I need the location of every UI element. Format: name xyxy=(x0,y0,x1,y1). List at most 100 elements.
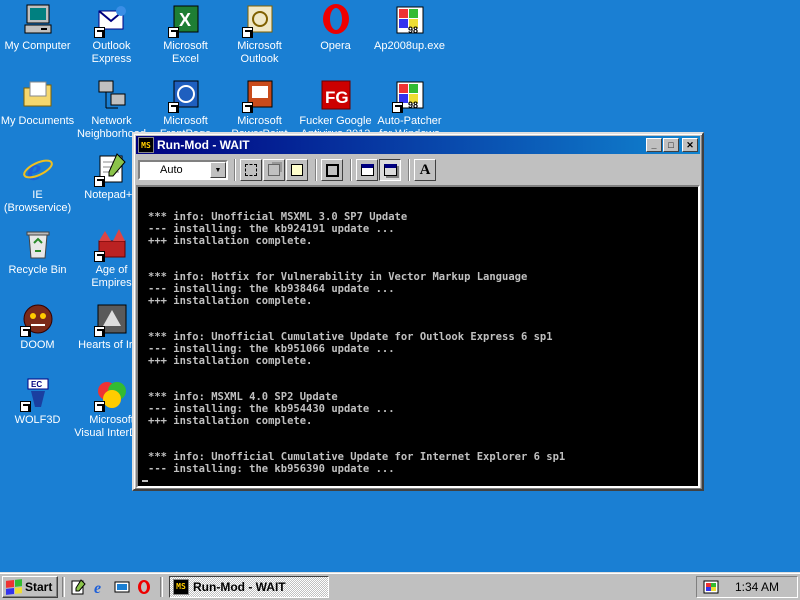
desktop-icon-ie[interactable]: e IE (Browservice) xyxy=(0,151,75,215)
font-size-select[interactable]: Auto ▼ xyxy=(138,160,228,180)
desktop-icon-label: Opera xyxy=(320,40,351,52)
desktop-icon-label: Express xyxy=(91,53,132,65)
notepad-icon xyxy=(71,578,86,594)
console-line: --- installing: the kb956390 update ... xyxy=(148,463,395,475)
svg-text:e: e xyxy=(94,580,101,595)
desktop-icon-label: Fucker Google xyxy=(299,115,372,127)
desktop-icon-label: My Documents xyxy=(0,115,75,127)
installer-98-icon: 98 xyxy=(391,78,427,113)
console-line: +++ installation complete. xyxy=(148,415,313,427)
desktop-icon-opera[interactable]: Opera xyxy=(298,3,373,53)
console-line: *** info: Unofficial Cumulative Update f… xyxy=(148,331,553,343)
background-button[interactable] xyxy=(379,159,401,181)
console-line: +++ installation complete. xyxy=(148,235,313,247)
run-mod-window[interactable]: MS Run-Mod - WAIT _ □ ✕ Auto ▼ A *** inf… xyxy=(132,132,704,491)
fullscreen-button[interactable] xyxy=(321,159,343,181)
doom-icon xyxy=(19,302,55,337)
svg-text:X: X xyxy=(179,10,191,30)
taskbar-button-run-mod[interactable]: MS Run-Mod - WAIT xyxy=(169,575,329,598)
hearts-of-iron-icon xyxy=(93,302,129,337)
svg-text:98: 98 xyxy=(408,100,418,110)
paste-icon xyxy=(291,164,303,176)
desktop-icon-ap2008up[interactable]: 98 Ap2008up.exe xyxy=(372,3,447,53)
svg-text:EC: EC xyxy=(31,380,42,389)
console-app-icon[interactable]: MS xyxy=(138,137,154,153)
desktop-icon-label: Ap2008up.exe xyxy=(374,40,445,52)
desktop-icon-outlook-express[interactable]: Outlook Express xyxy=(74,3,149,66)
window-titlebar[interactable]: MS Run-Mod - WAIT _ □ ✕ xyxy=(136,136,700,154)
paste-button[interactable] xyxy=(286,159,308,181)
desktop-icon-label: Auto-Patcher xyxy=(377,115,442,127)
desktop-icon-recycle-bin[interactable]: Recycle Bin xyxy=(0,227,75,277)
mark-icon xyxy=(245,164,257,176)
desktop-icon-label: DOOM xyxy=(20,339,55,351)
console-line: --- installing: the kb938464 update ... xyxy=(148,283,395,295)
console-app-icon: MS xyxy=(173,578,189,595)
clock[interactable]: 1:34 AM xyxy=(735,580,779,594)
background-icon xyxy=(383,164,397,176)
start-button[interactable]: Start xyxy=(2,575,58,598)
quicklaunch-ie[interactable]: e xyxy=(90,577,110,597)
svg-text:FG: FG xyxy=(325,88,349,107)
desktop-icon-excel[interactable]: X Microsoft Excel xyxy=(148,3,223,66)
outlook-express-icon xyxy=(93,3,129,38)
copy-button[interactable] xyxy=(263,159,285,181)
outlook-icon xyxy=(241,3,277,38)
console-output[interactable]: *** info: Unofficial MSXML 3.0 SP7 Updat… xyxy=(136,185,700,488)
recycle-bin-icon xyxy=(21,227,55,261)
quicklaunch-separator xyxy=(62,576,65,597)
desktop-icon-doom[interactable]: DOOM xyxy=(0,302,75,352)
desktop-icon-wolf3d[interactable]: EC WOLF3D xyxy=(0,377,75,427)
font-icon: A xyxy=(419,161,431,178)
desktop-icon-label: Outlook xyxy=(240,53,279,65)
excel-icon: X xyxy=(167,3,203,38)
console-line: --- installing: the kb954430 update ... xyxy=(148,403,395,415)
quicklaunch-desktop[interactable] xyxy=(112,577,132,597)
console-toolbar: Auto ▼ A xyxy=(136,156,700,184)
maximize-button[interactable]: □ xyxy=(663,138,679,152)
opera-icon xyxy=(138,579,150,594)
tray-app-icon[interactable] xyxy=(703,579,719,595)
properties-icon xyxy=(360,164,374,176)
desktop: My Computer Outlook Express X Microsoft … xyxy=(0,0,800,572)
windows-logo-icon xyxy=(6,578,22,595)
console-cursor xyxy=(142,480,148,482)
window-title: Run-Mod - WAIT xyxy=(157,138,250,152)
console-line: *** info: Hotfix for Vulnerability in Ve… xyxy=(148,271,528,283)
console-line: *** info: Unofficial MSXML 3.0 SP7 Updat… xyxy=(148,211,408,223)
quicklaunch-opera[interactable] xyxy=(134,577,154,597)
toolbar-separator xyxy=(350,159,352,181)
notepad-icon xyxy=(93,152,129,187)
fullscreen-icon xyxy=(325,163,339,177)
age-of-empires-icon xyxy=(93,227,129,262)
taskbar: Start e MS Run-Mod - WAIT 1:34 AM xyxy=(0,572,800,600)
mark-button[interactable] xyxy=(240,159,262,181)
desktop-icon-label: Microsoft xyxy=(163,40,208,52)
desktop-icon-label: My Computer xyxy=(4,40,71,52)
chevron-down-icon[interactable]: ▼ xyxy=(210,162,226,178)
console-line: --- installing: the kb924191 update ... xyxy=(148,223,395,235)
desktop-icon-label: WOLF3D xyxy=(14,414,61,426)
console-line: --- installing: the kb951066 update ... xyxy=(148,343,395,355)
quicklaunch-notepad[interactable] xyxy=(68,577,88,597)
desktop-icon-label: (Browservice) xyxy=(3,202,72,214)
properties-button[interactable] xyxy=(356,159,378,181)
desktop-icon-label: Microsoft xyxy=(237,115,282,127)
font-size-value: Auto xyxy=(160,164,183,176)
console-line: *** info: MSXML 4.0 SP2 Update xyxy=(148,391,338,403)
desktop-icon-outlook[interactable]: Microsoft Outlook xyxy=(222,3,297,66)
desktop-icon-my-documents[interactable]: My Documents xyxy=(0,78,75,128)
desktop-icon-my-computer[interactable]: My Computer xyxy=(0,3,75,53)
toolbar-separator xyxy=(408,159,410,181)
wolf3d-icon: EC xyxy=(19,377,55,412)
minimize-button[interactable]: _ xyxy=(646,138,662,152)
font-button[interactable]: A xyxy=(414,159,436,181)
copy-icon xyxy=(268,164,280,176)
quicklaunch-separator xyxy=(160,576,163,597)
opera-icon xyxy=(319,3,353,37)
console-line: +++ installation complete. xyxy=(148,355,313,367)
close-button[interactable]: ✕ xyxy=(682,138,698,152)
toolbar-separator xyxy=(234,159,236,181)
my-computer-icon xyxy=(21,3,55,37)
